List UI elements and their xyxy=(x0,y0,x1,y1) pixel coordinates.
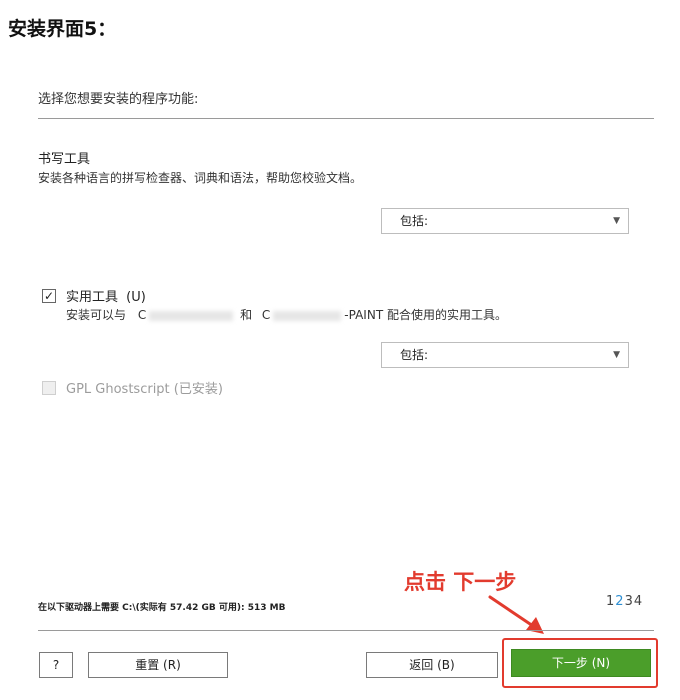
back-button[interactable]: 返回 (B) xyxy=(366,652,498,678)
next-button-highlight xyxy=(502,638,658,688)
help-button[interactable]: ? xyxy=(39,652,73,678)
divider-bottom xyxy=(38,630,654,631)
annotation-arrow xyxy=(488,595,544,634)
reset-button[interactable]: 重置 (R) xyxy=(88,652,228,678)
